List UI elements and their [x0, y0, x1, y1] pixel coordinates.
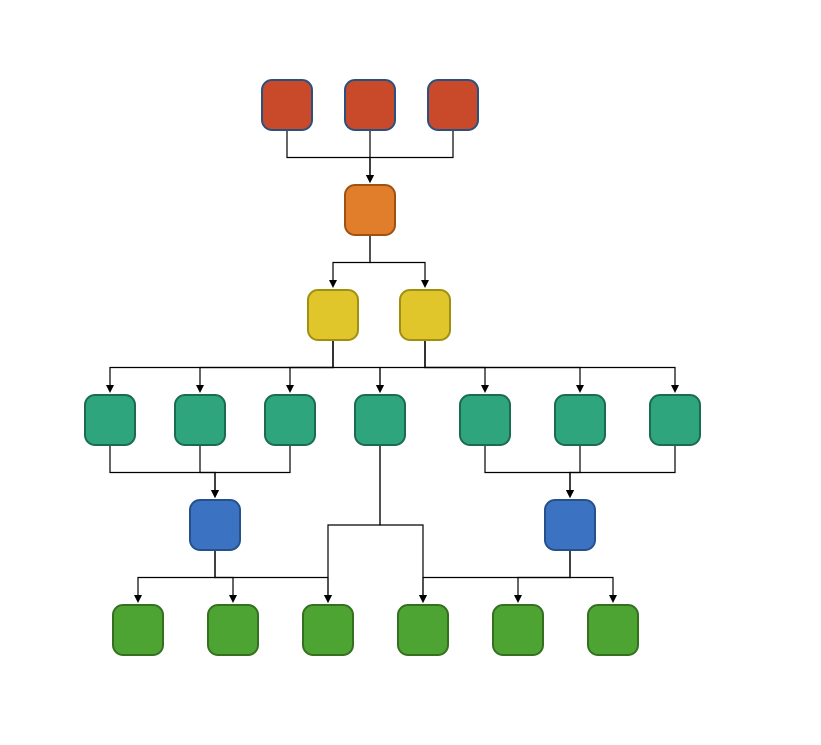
edge — [380, 340, 425, 391]
edge — [215, 550, 233, 601]
node-row0-1 — [345, 80, 395, 130]
edge — [425, 340, 485, 391]
edge — [485, 445, 570, 496]
node-row5-2 — [303, 605, 353, 655]
edge — [328, 445, 380, 601]
edge — [423, 550, 570, 601]
edge — [333, 235, 370, 286]
edge — [570, 550, 613, 601]
node-row3-3 — [355, 395, 405, 445]
node-row5-3 — [398, 605, 448, 655]
node-row3-5 — [555, 395, 605, 445]
node-row3-0 — [85, 395, 135, 445]
edge — [290, 340, 333, 391]
edge — [380, 445, 423, 601]
node-row4-1 — [545, 500, 595, 550]
edge — [570, 445, 675, 496]
node-row5-1 — [208, 605, 258, 655]
node-row5-5 — [588, 605, 638, 655]
node-row5-0 — [113, 605, 163, 655]
edge — [200, 445, 215, 496]
flowchart-diagram — [0, 0, 821, 745]
edge — [110, 445, 215, 496]
edge — [370, 235, 425, 286]
edge — [425, 340, 580, 391]
edge — [110, 340, 333, 391]
edge — [287, 130, 370, 181]
node-row2-0 — [308, 290, 358, 340]
node-row1-0 — [345, 185, 395, 235]
edge — [570, 445, 580, 496]
edge — [215, 550, 328, 601]
edge — [333, 340, 380, 391]
node-row2-1 — [400, 290, 450, 340]
node-row0-0 — [262, 80, 312, 130]
edge — [215, 445, 290, 496]
edge — [425, 340, 675, 391]
node-row3-1 — [175, 395, 225, 445]
node-row3-2 — [265, 395, 315, 445]
edge — [200, 340, 333, 391]
node-row3-6 — [650, 395, 700, 445]
node-row5-4 — [493, 605, 543, 655]
edge — [138, 550, 215, 601]
edge — [518, 550, 570, 601]
node-row4-0 — [190, 500, 240, 550]
edge — [370, 130, 453, 181]
node-row3-4 — [460, 395, 510, 445]
node-row0-2 — [428, 80, 478, 130]
